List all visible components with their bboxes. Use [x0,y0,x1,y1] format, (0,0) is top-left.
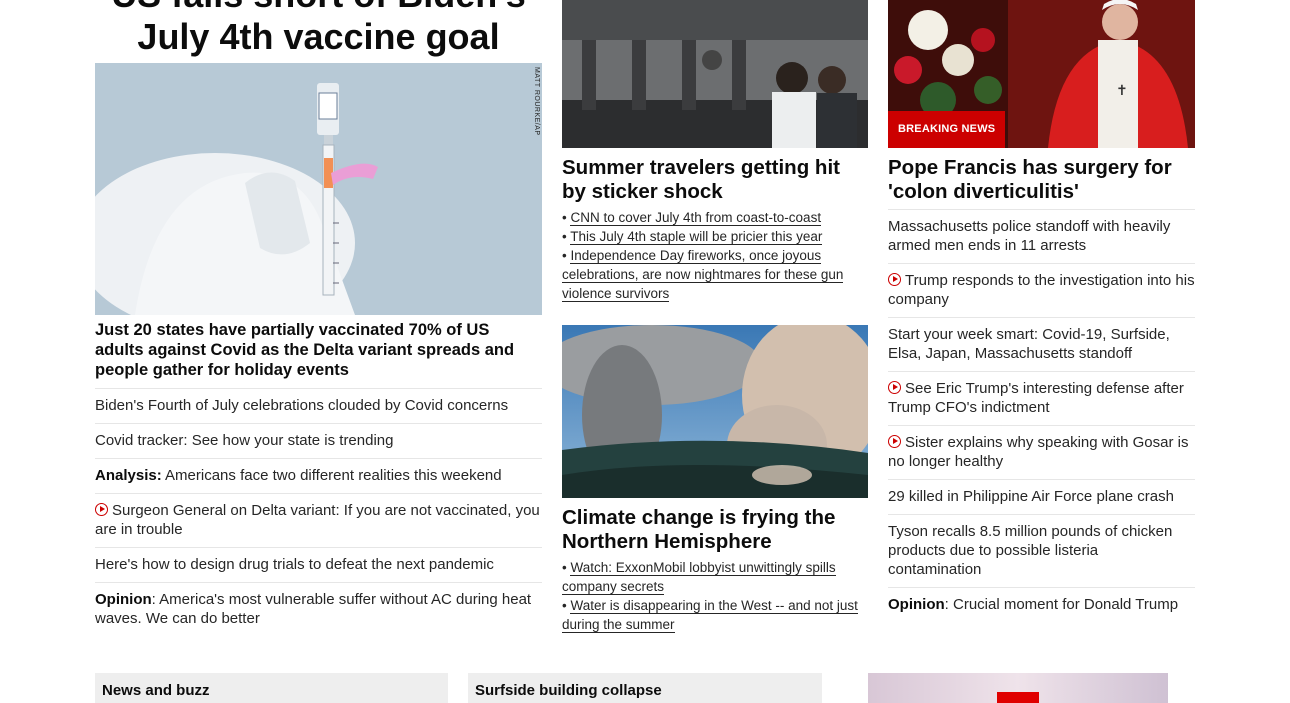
summer-travel-title[interactable]: Summer travelers getting hit by sticker … [562,156,868,204]
airport-checkin-photo[interactable] [562,0,868,148]
list-item[interactable]: Analysis: Americans face two different r… [95,458,542,493]
list-item[interactable]: Start your week smart: Covid-19, Surfsid… [888,317,1195,371]
play-icon [888,273,901,286]
list-item[interactable]: • CNN to cover July 4th from coast-to-co… [562,208,868,227]
play-icon [888,381,901,394]
list-item[interactable]: Tyson recalls 8.5 million pounds of chic… [888,514,1195,587]
top-story-headline[interactable]: US falls short of Biden's July 4th vacci… [95,0,542,58]
climate-change-title[interactable]: Climate change is frying the Northern He… [562,506,868,554]
summer-travel-links: • CNN to cover July 4th from coast-to-co… [562,208,868,303]
svg-text:✝: ✝ [1116,83,1128,99]
list-item[interactable]: Sister explains why speaking with Gosar … [888,425,1195,479]
list-item[interactable]: • Independence Day fireworks, once joyou… [562,246,868,303]
list-item[interactable]: See Eric Trump's interesting defense aft… [888,371,1195,425]
list-item[interactable]: Covid tracker: See how your state is tre… [95,423,542,458]
surfside-label: Surfside building collapse [475,682,662,699]
list-item[interactable]: Here's how to design drug trials to defe… [95,547,542,582]
pope-surgery-title[interactable]: Pope Francis has surgery for 'colon dive… [888,156,1195,204]
list-item[interactable]: Massachusetts police standoff with heavi… [888,209,1195,263]
news-and-buzz-section-header[interactable]: News and buzz [95,673,448,703]
right-headline-list: Massachusetts police standoff with heavi… [888,209,1195,622]
top-story-lead[interactable]: Just 20 states have partially vaccinated… [95,320,542,380]
photo-credit: MATT ROURKE/AP [533,67,540,136]
vaccine-syringe-photo[interactable]: MATT ROURKE/AP [95,63,542,315]
pope-francis-photo[interactable]: ✝ BREAKING NEWS [888,0,1195,148]
wildfire-photo[interactable] [562,325,868,498]
news-and-buzz-label: News and buzz [102,682,210,699]
list-item[interactable]: Biden's Fourth of July celebrations clou… [95,388,542,423]
list-item[interactable]: 29 killed in Philippine Air Force plane … [888,479,1195,514]
list-item[interactable]: Surgeon General on Delta variant: If you… [95,493,542,547]
breaking-news-badge: BREAKING NEWS [888,111,1006,148]
play-icon [888,435,901,448]
list-item[interactable]: Trump responds to the investigation into… [888,263,1195,317]
list-item[interactable]: • Water is disappearing in the West -- a… [562,596,868,634]
top-story-related-list: Biden's Fourth of July celebrations clou… [95,388,542,636]
list-item[interactable]: • Watch: ExxonMobil lobbyist unwittingly… [562,558,868,596]
list-item[interactable]: • This July 4th staple will be pricier t… [562,227,868,246]
play-icon [95,503,108,516]
list-item[interactable]: Opinion: Crucial moment for Donald Trump [888,587,1195,622]
surfside-section-header[interactable]: Surfside building collapse [468,673,822,703]
climate-change-links: • Watch: ExxonMobil lobbyist unwittingly… [562,558,868,634]
advertisement[interactable] [868,673,1168,703]
list-item[interactable]: Opinion: America's most vulnerable suffe… [95,582,542,636]
